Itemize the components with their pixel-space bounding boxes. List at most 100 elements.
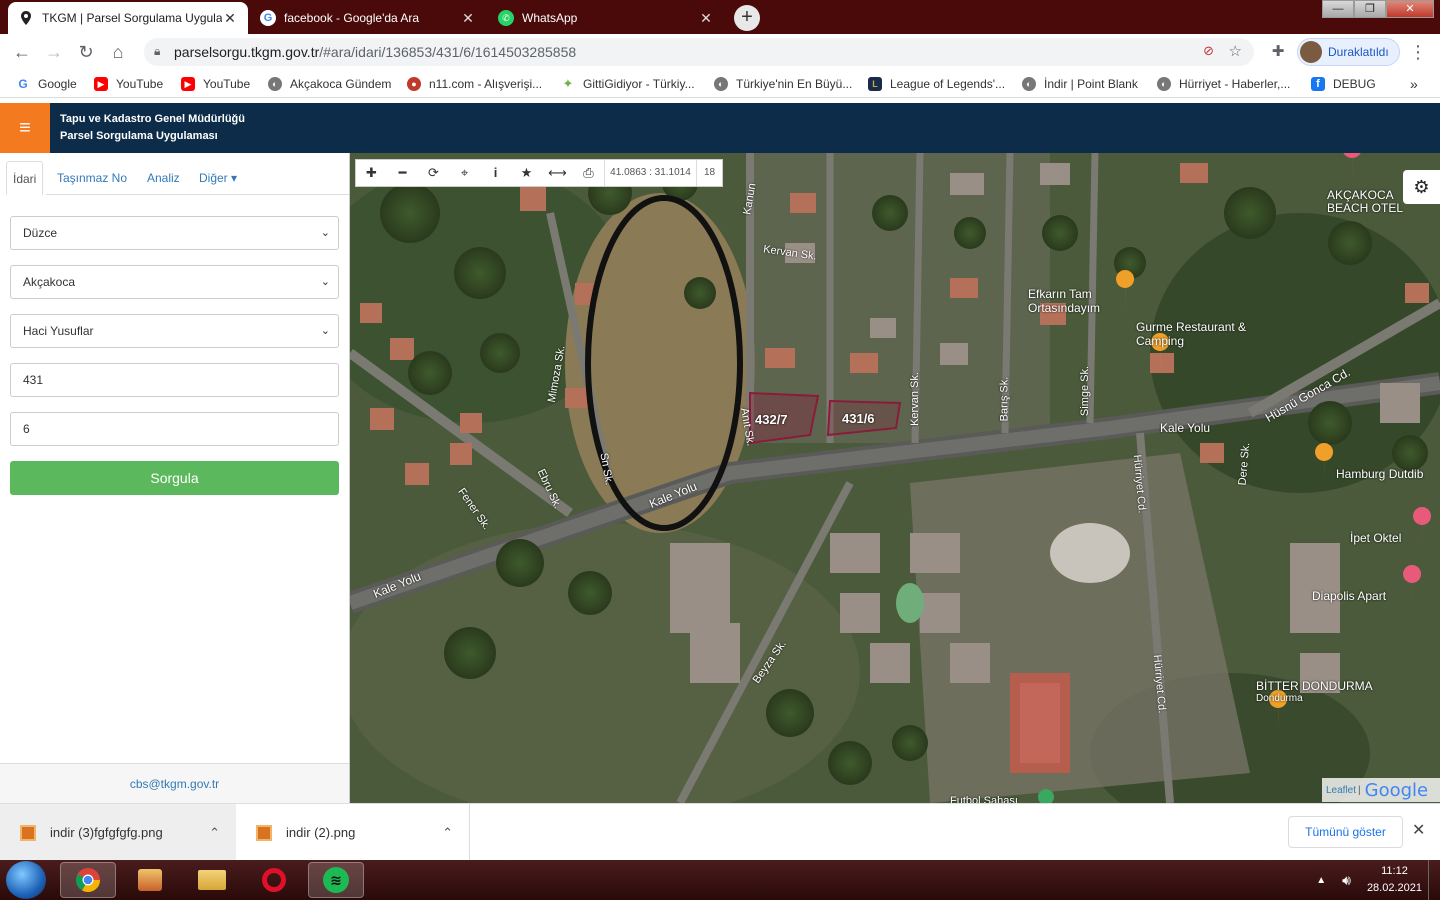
map-imagery xyxy=(350,153,1440,803)
contact-email-link[interactable]: cbs@tkgm.gov.tr xyxy=(0,763,349,803)
bookmark-star-icon[interactable]: ☆ xyxy=(1229,42,1242,60)
bookmark-akcakoca-gundem[interactable]: ◐ Akçakoca Gündem xyxy=(268,75,391,93)
tab-facebook-search[interactable]: G facebook - Google'da Ara ✕ xyxy=(250,2,486,34)
reload-icon[interactable]: ↻ xyxy=(74,40,98,64)
facebook-icon: f xyxy=(1311,77,1325,91)
place-label[interactable]: Hamburg Dutdib xyxy=(1336,467,1423,481)
parcel-label-selected[interactable]: 431/6 xyxy=(842,411,875,426)
parcel-no-input[interactable]: 6 xyxy=(10,412,339,446)
tab-tkgm[interactable]: TKGM | Parsel Sorgulama Uygula ✕ xyxy=(8,2,248,34)
zoom-in-icon[interactable]: ✚ xyxy=(356,160,387,186)
tab-whatsapp[interactable]: ✆ WhatsApp ✕ xyxy=(488,2,724,34)
windows-start-icon[interactable] xyxy=(6,861,46,899)
zoom-out-icon[interactable]: ━ xyxy=(387,160,418,186)
image-file-icon xyxy=(20,824,36,841)
volume-icon[interactable]: 🔊︎ xyxy=(1342,872,1351,889)
sorgula-button[interactable]: Sorgula xyxy=(10,461,339,495)
address-bar[interactable]: 🔒︎ parselsorgu.tkgm.gov.tr/#ara/idari/13… xyxy=(144,38,1254,66)
satellite-map[interactable]: 432/7 431/6 Kervan Sk. Kanun Mimoza Sk. … xyxy=(350,153,1440,803)
chrome-taskbar-icon[interactable] xyxy=(60,862,116,898)
favorite-star-icon[interactable]: ★ xyxy=(511,160,542,186)
close-icon[interactable]: ✕ xyxy=(222,10,238,27)
opera-taskbar-icon[interactable] xyxy=(246,862,302,898)
bookmark-debug[interactable]: f DEBUG xyxy=(1311,75,1376,93)
bookmark-turkiye[interactable]: ◐ Türkiye'nin En Büyü... xyxy=(714,75,852,93)
measure-icon[interactable]: ⟷ xyxy=(542,160,573,186)
clock[interactable]: 11:12 28.02.2021 xyxy=(1367,863,1422,897)
profile-button[interactable]: Duraklatıldı xyxy=(1297,38,1400,66)
chevron-down-icon: ⌄ xyxy=(320,227,330,239)
browser-toolbar: ← → ↻ ⌂ 🔒︎ parselsorgu.tkgm.gov.tr/#ara/… xyxy=(0,34,1440,70)
province-select[interactable]: Düzce ⌄ xyxy=(10,216,339,250)
extensions-puzzle-icon[interactable]: ✚ xyxy=(1266,40,1290,64)
download-item[interactable]: indir (2).png ⌃ xyxy=(236,804,470,861)
bookmark-n11[interactable]: ● n11.com - Alışverişi... xyxy=(407,75,542,93)
bookmark-youtube[interactable]: ▶ YouTube xyxy=(94,75,163,93)
close-icon[interactable]: ✕ xyxy=(460,10,476,27)
chevron-up-icon[interactable]: ⌃ xyxy=(209,825,220,841)
maximize-icon[interactable]: ❐ xyxy=(1354,0,1386,18)
place-label[interactable]: Diapolis Apart xyxy=(1312,589,1386,603)
profile-status: Duraklatıldı xyxy=(1328,45,1389,59)
whatsapp-icon: ✆ xyxy=(498,10,514,26)
google-icon: G xyxy=(18,77,28,91)
location-pin-icon xyxy=(18,10,34,26)
bookmark-gittigidiyor[interactable]: ✦ GittiGidiyor - Türkiy... xyxy=(561,75,695,93)
locate-crosshair-icon[interactable]: ⌖ xyxy=(449,160,480,186)
settings-gear-icon[interactable]: ⚙ xyxy=(1403,170,1440,204)
place-label[interactable]: Gurme Restaurant & Camping xyxy=(1136,320,1256,348)
block-no-input[interactable]: 431 xyxy=(10,363,339,397)
place-label[interactable]: Futbol Sahası xyxy=(950,795,1018,803)
back-arrow-icon[interactable]: ← xyxy=(10,40,34,64)
neighborhood-select[interactable]: Haci Yusuflar ⌄ xyxy=(10,314,339,348)
refresh-icon[interactable]: ⟳ xyxy=(418,160,449,186)
clock-date: 28.02.2021 xyxy=(1366,882,1422,894)
tray-expand-icon[interactable]: ▲ xyxy=(1316,875,1326,886)
bookmark-hurriyet[interactable]: ◐ Hürriyet - Haberler,... xyxy=(1157,75,1290,93)
leaflet-link[interactable]: Leaflet xyxy=(1326,785,1356,796)
bookmark-point-blank[interactable]: ◐ İndir | Point Blank xyxy=(1022,75,1138,93)
parcel-label[interactable]: 432/7 xyxy=(755,412,788,427)
downloads-bar: indir (3)fgfgfgfg.png ⌃ indir (2).png ⌃ … xyxy=(0,803,1440,861)
chevron-up-icon[interactable]: ⌃ xyxy=(442,825,453,841)
spotify-taskbar-icon[interactable]: ≋ xyxy=(308,862,364,898)
tab-diger[interactable]: Diğer ▾ xyxy=(193,161,243,195)
info-icon[interactable]: i xyxy=(480,160,511,186)
show-all-downloads-button[interactable]: Tümünü göster xyxy=(1288,816,1403,848)
print-icon[interactable]: ⎙ xyxy=(573,160,604,186)
file-explorer-taskbar-icon[interactable] xyxy=(184,862,240,898)
place-label[interactable]: Efkarın Tam Ortasındayım xyxy=(1028,287,1123,315)
more-menu-icon[interactable]: ⋮ xyxy=(1406,40,1430,64)
globe-icon: ◐ xyxy=(268,77,282,91)
tab-tasinmaz-no[interactable]: Taşınmaz No xyxy=(51,161,133,195)
forward-arrow-icon[interactable]: → xyxy=(42,40,66,64)
app-title-line1: Tapu ve Kadastro Genel Müdürlüğü xyxy=(60,113,245,125)
download-item[interactable]: indir (3)fgfgfgfg.png ⌃ xyxy=(0,804,236,861)
bookmark-league-of-legends[interactable]: L League of Legends'... xyxy=(868,75,1005,93)
hamburger-menu-icon[interactable]: ≡ xyxy=(0,103,50,153)
tab-analiz[interactable]: Analiz xyxy=(141,161,186,195)
district-select[interactable]: Akçakoca ⌄ xyxy=(10,265,339,299)
place-label[interactable]: İpet Oktel xyxy=(1350,531,1401,545)
place-label[interactable]: BİTTER DONDURMA xyxy=(1256,679,1373,693)
gittigidiyor-icon: ✦ xyxy=(562,76,574,91)
tab-idari[interactable]: İdari xyxy=(6,161,44,195)
avatar xyxy=(1300,41,1322,63)
bookmark-google[interactable]: G Google xyxy=(16,75,76,93)
close-icon[interactable]: ✕ xyxy=(698,10,714,27)
app-header: ≡ Tapu ve Kadastro Genel Müdürlüğü Parse… xyxy=(0,103,1440,153)
close-icon[interactable]: ✕ xyxy=(1412,820,1425,840)
bookmark-youtube-2[interactable]: ▶ YouTube xyxy=(181,75,250,93)
minimize-icon[interactable]: — xyxy=(1322,0,1354,18)
youtube-icon: ▶ xyxy=(181,77,195,91)
home-icon[interactable]: ⌂ xyxy=(106,40,130,64)
show-desktop-button[interactable] xyxy=(1428,860,1440,900)
window-close-icon[interactable]: ✕ xyxy=(1386,0,1434,18)
camera-blocked-icon[interactable]: ⊘ xyxy=(1203,43,1214,59)
bookmarks-overflow-button[interactable]: » xyxy=(1410,75,1418,93)
download-filename: indir (2).png xyxy=(286,825,356,840)
coordinate-readout: 41.0863 : 31.1014 xyxy=(604,160,696,186)
new-tab-button[interactable]: + xyxy=(734,5,760,31)
app-title: Tapu ve Kadastro Genel Müdürlüğü Parsel … xyxy=(60,111,245,145)
media-center-taskbar-icon[interactable] xyxy=(122,862,178,898)
